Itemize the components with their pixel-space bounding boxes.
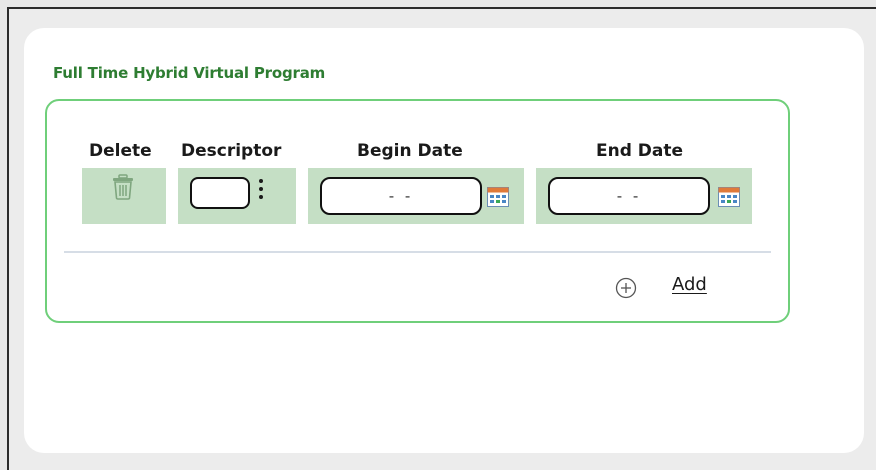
begin-date-cell: - - <box>308 168 524 224</box>
column-header-begin-date: Begin Date <box>357 141 463 161</box>
trash-icon[interactable] <box>112 174 134 200</box>
calendar-icon[interactable] <box>718 187 740 207</box>
column-header-descriptor: Descriptor <box>181 141 282 161</box>
calendar-icon[interactable] <box>487 187 509 207</box>
add-link[interactable]: Add <box>672 274 707 295</box>
begin-date-input[interactable]: - - <box>320 177 482 215</box>
end-date-cell: - - <box>536 168 752 224</box>
delete-cell <box>82 168 166 224</box>
descriptor-cell <box>178 168 296 224</box>
section-title: Full Time Hybrid Virtual Program <box>53 64 326 82</box>
column-header-end-date: End Date <box>596 141 684 161</box>
descriptor-input[interactable] <box>190 177 250 209</box>
column-header-delete: Delete <box>89 141 152 161</box>
row-divider <box>64 251 771 253</box>
plus-circle-icon[interactable] <box>615 277 637 299</box>
end-date-input[interactable]: - - <box>548 177 710 215</box>
kebab-menu-icon[interactable] <box>258 179 264 205</box>
